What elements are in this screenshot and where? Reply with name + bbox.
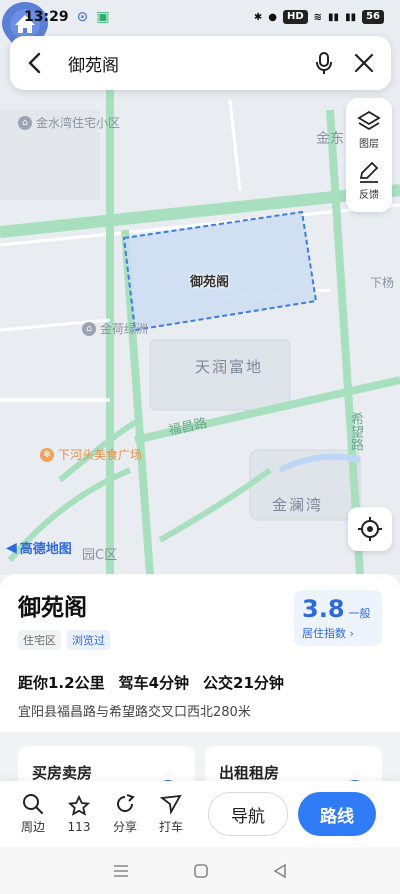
- status-time: 13:29: [24, 9, 69, 25]
- food-icon: ✻: [40, 447, 54, 462]
- search-bar[interactable]: 御苑阁: [10, 36, 391, 90]
- map-label-bottom-left: 园C区: [82, 548, 118, 563]
- hd-badge: HD: [282, 10, 308, 24]
- search-icon: [23, 794, 43, 814]
- place-address: 宜阳县福昌路与希望路交叉口西北280米: [18, 705, 251, 720]
- status-bar: 13:29 ⊙ ▣ ✱ ● HD ≋ ▮▮ ▮▮ 56: [0, 0, 400, 34]
- living-index-score: 3.8: [302, 595, 345, 623]
- taxi-button[interactable]: 打车: [148, 793, 194, 835]
- layers-button[interactable]: 图层: [357, 109, 381, 150]
- poi-area2[interactable]: ⌂ 金荷绿洲: [82, 320, 148, 337]
- map-app-icon: ⊙: [76, 9, 89, 25]
- drive-time-text: 驾车4分钟: [118, 674, 190, 692]
- wifi-icon: ≋: [313, 11, 323, 23]
- map-label-area3: 天润富地: [195, 358, 264, 376]
- favorite-button[interactable]: 113: [56, 794, 102, 834]
- place-info-card[interactable]: 御苑阁 住宅区 浏览过 3.8 一般 居住指数 › 距你1.2公里 驾车4分钟 …: [0, 574, 400, 732]
- home-icon[interactable]: [193, 863, 209, 879]
- living-index-box[interactable]: 3.8 一般 居住指数 ›: [294, 590, 382, 646]
- amap-logo-icon: ◀: [6, 539, 17, 556]
- search-query[interactable]: 御苑阁: [68, 51, 297, 76]
- living-index-tier: 一般: [348, 607, 371, 620]
- bottom-action-bar: 周边 113 分享 打车 导航 路线: [0, 781, 400, 847]
- signal-icon: ▮▮: [328, 11, 340, 23]
- map-tools-panel: 图层 反馈: [346, 98, 392, 212]
- nearby-button[interactable]: 周边: [10, 793, 56, 835]
- bluetooth-icon: ✱: [253, 11, 263, 23]
- chat-app-icon: ▣: [96, 9, 110, 25]
- layers-icon: [357, 110, 381, 131]
- tag-type: 住宅区: [18, 630, 61, 650]
- back-icon[interactable]: [272, 863, 288, 879]
- navigate-button[interactable]: 导航: [208, 792, 288, 836]
- feedback-button[interactable]: 反馈: [357, 160, 381, 201]
- locate-me-button[interactable]: [348, 507, 392, 551]
- taxi-icon: [160, 794, 182, 815]
- map-label-road2: 希望路: [348, 412, 363, 451]
- location-icon: ⌂: [82, 321, 96, 336]
- distance-text: 距你1.2公里: [18, 674, 105, 692]
- battery-icon: 56: [362, 10, 384, 24]
- back-arrow-icon[interactable]: [24, 51, 48, 75]
- brand-logo: ◀ 高德地图: [6, 539, 72, 558]
- bus-time-text: 公交21分钟: [203, 674, 284, 692]
- map-label-area5: 金澜湾: [272, 496, 324, 514]
- pencil-icon: [359, 161, 379, 183]
- poi-area1[interactable]: ⌂ 金水湾住宅小区: [18, 114, 120, 131]
- map-label-edge1: 金东: [316, 131, 344, 147]
- star-icon: [68, 794, 90, 816]
- location-icon: ⌂: [18, 115, 32, 130]
- marker-label: 御苑阁: [190, 275, 230, 290]
- living-index-label: 居住指数 ›: [302, 627, 354, 640]
- poi-area4[interactable]: ✻ 下河头美食广场: [40, 446, 142, 463]
- share-icon: [117, 794, 135, 812]
- signal-icon-2: ▮▮: [345, 11, 357, 23]
- share-button[interactable]: 分享: [102, 793, 148, 835]
- tag-viewed: 浏览过: [67, 630, 110, 650]
- travel-summary: 距你1.2公里 驾车4分钟 公交21分钟: [18, 672, 382, 693]
- map-label-edge2: 下杨: [370, 276, 395, 290]
- menu-icon[interactable]: [112, 864, 130, 878]
- crosshair-icon: [358, 517, 382, 541]
- microphone-icon[interactable]: [311, 50, 337, 76]
- location-status-icon: ●: [268, 11, 277, 23]
- system-navigation-bar: [0, 847, 400, 894]
- close-icon[interactable]: [351, 50, 377, 76]
- route-button[interactable]: 路线: [298, 792, 376, 836]
